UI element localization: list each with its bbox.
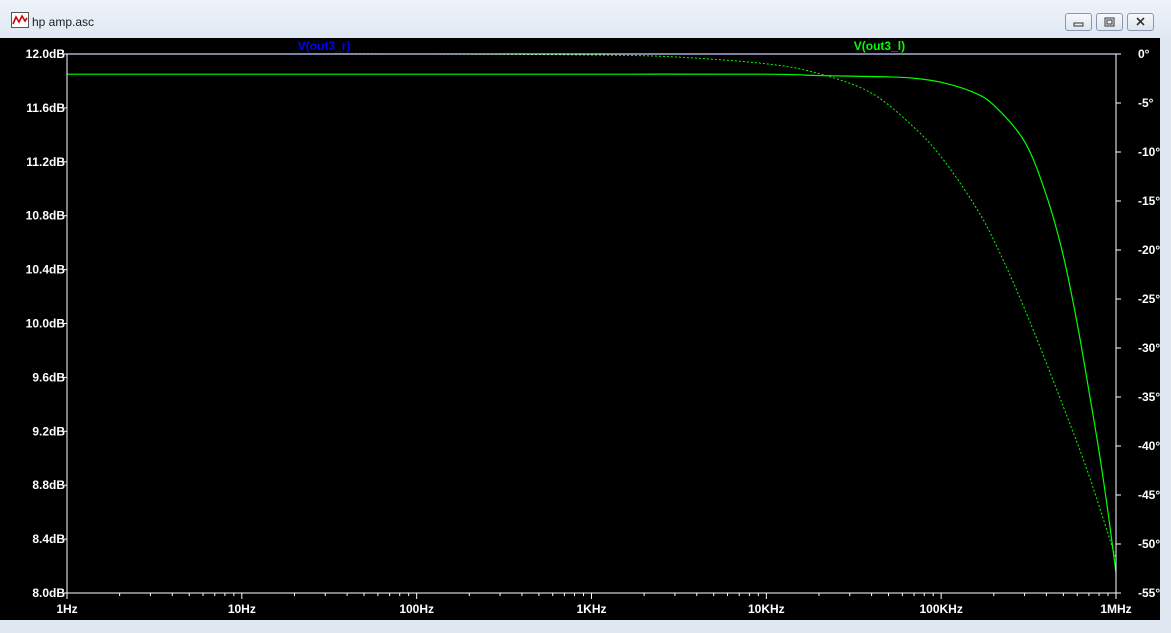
right-tick-label: -35° [1138,390,1160,404]
close-icon [1136,17,1145,26]
title-bar[interactable]: hp amp.asc [0,0,1171,38]
legend-label-0[interactable]: V(out3_r) [298,39,351,53]
window-border-bottom [0,620,1171,633]
left-tick-label: 11.6dB [26,101,65,115]
x-tick-label: 10Hz [228,602,256,616]
bode-plot[interactable]: 12.0dB 11.6dB 11.2dB 10.8dB 10.4dB 10.0dB 9.6d… [0,38,1161,620]
x-tick-label: 1Hz [56,602,77,616]
plot-frame [66,53,1117,594]
x-tick-label: 1MHz [1100,602,1131,616]
left-tick-label: 10.8dB [26,209,66,223]
right-tick-label: -25° [1138,292,1160,306]
x-tick-label: 1KHz [576,602,606,616]
right-tick-label: -55° [1138,586,1160,600]
right-tick-label: -40° [1138,439,1160,453]
right-tick-label: -20° [1138,243,1160,257]
right-tick-label: 0° [1138,47,1150,61]
right-tick-label: -10° [1138,145,1160,159]
legend-label-1[interactable]: V(out3_l) [854,39,905,53]
left-tick-label: 10.4dB [26,263,66,277]
plot-area[interactable]: 12.0dB 11.6dB 11.2dB 10.8dB 10.4dB 10.0dB 9.6d… [0,38,1160,620]
waveform-icon [11,12,29,28]
right-tick-label: -45° [1138,488,1160,502]
left-tick-label: 12.0dB [26,47,66,61]
minimize-button[interactable] [1065,13,1092,31]
window-title: hp amp.asc [32,15,95,29]
plot-window: hp amp.asc 12.0dB 11.6dB 11.2dB 10.8dB 10.4d… [0,0,1171,633]
window-border-right [1160,38,1171,620]
right-tick-label: -50° [1138,537,1160,551]
x-tick-label: 10KHz [748,602,785,616]
left-tick-label: 8.0dB [32,586,65,600]
left-tick-label: 8.4dB [32,532,65,546]
right-tick-label: -15° [1138,194,1160,208]
left-tick-label: 11.2dB [26,155,65,169]
left-tick-label: 10.0dB [26,317,66,331]
close-button[interactable] [1127,13,1154,31]
left-tick-label: 9.2dB [32,424,65,438]
restore-button[interactable] [1096,13,1123,31]
x-tick-label: 100Hz [399,602,434,616]
x-tick-label: 100KHz [919,602,962,616]
right-tick-label: -5° [1138,96,1154,110]
trace-magnitude-1 [67,73,1117,573]
left-tick-label: 9.6dB [32,370,65,384]
left-tick-label: 8.8dB [32,478,65,492]
minimize-icon [1073,22,1084,27]
right-tick-label: -30° [1138,341,1160,355]
restore-icon [1104,17,1115,27]
trace-phase-1 [66,53,1117,559]
